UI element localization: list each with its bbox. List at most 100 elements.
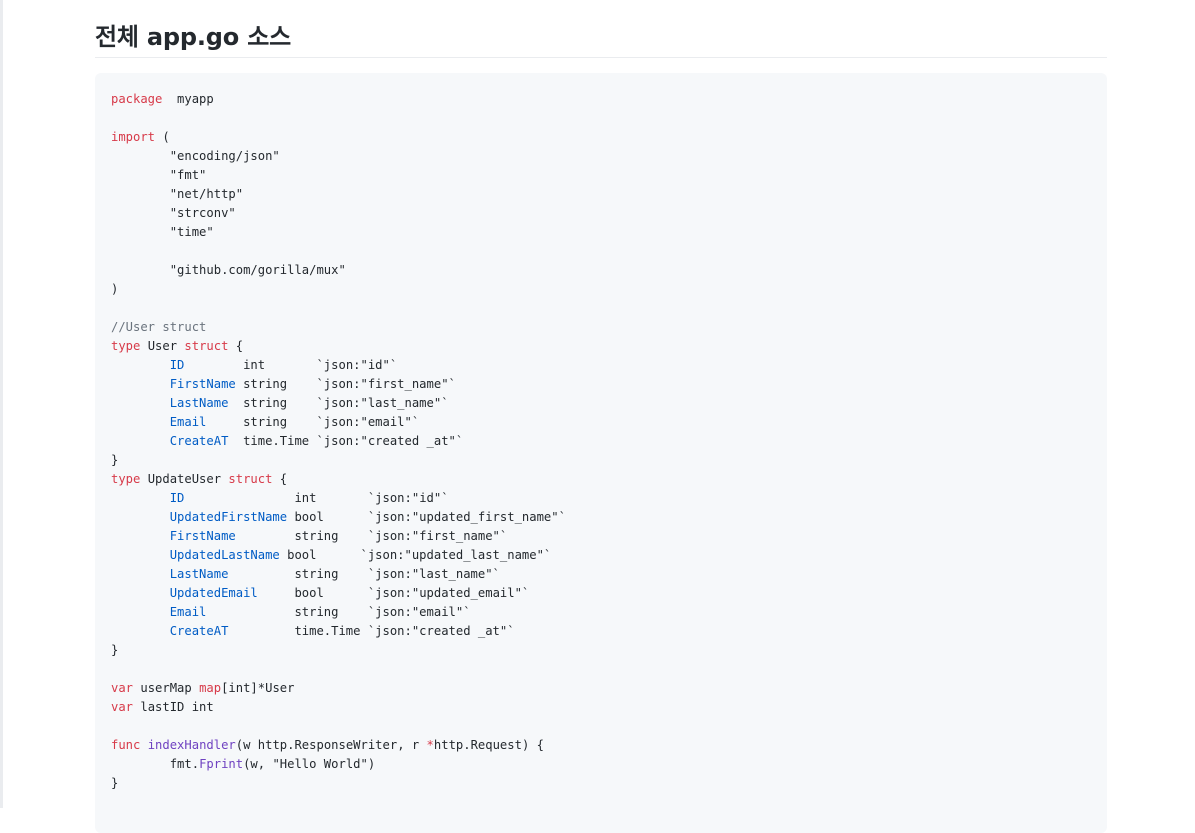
code-field: LastName	[169, 396, 229, 410]
code-line: package myapp	[111, 90, 1091, 109]
code-text: userMap	[133, 681, 200, 695]
code-line: "encoding/json"	[111, 147, 1091, 166]
code-function: Fprint	[199, 757, 244, 771]
code-line: )	[111, 280, 1091, 299]
code-field: CreateAT	[169, 434, 229, 448]
code-field: ID	[169, 358, 185, 372]
code-line: CreateAT time.Time `json:"created _at"`	[111, 432, 1091, 451]
code-text: lastID int	[133, 700, 214, 714]
code-line: UpdatedLastName bool `json:"updated_last…	[111, 546, 1091, 565]
code-text: bool `json:"updated_last_name"`	[279, 548, 552, 562]
code-text: bool `json:"updated_first_name"`	[287, 510, 566, 524]
code-text: myapp	[162, 92, 214, 106]
code-listing[interactable]: package myapp import ( "encoding/json" "…	[95, 73, 1107, 793]
section-heading: 전체 app.go 소스	[95, 0, 1107, 58]
code-line: }	[111, 774, 1091, 793]
code-line: ID int `json:"id"`	[111, 356, 1091, 375]
code-line: "net/http"	[111, 185, 1091, 204]
code-text: [int]*User	[221, 681, 295, 695]
code-line: LastName string `json:"last_name"`	[111, 565, 1091, 584]
code-field: ID	[169, 491, 185, 505]
code-text: string `json:"first_name"`	[235, 529, 508, 543]
code-string: "github.com/gorilla/mux"	[111, 263, 346, 277]
code-keyword: type	[111, 472, 141, 486]
code-text: string `json:"email"`	[206, 415, 420, 429]
code-keyword: import	[111, 130, 156, 144]
article-content: 전체 app.go 소스 package myapp import ( "enc…	[95, 0, 1107, 833]
code-text: )	[111, 282, 119, 296]
code-keyword: func	[111, 738, 141, 752]
code-line: var lastID int	[111, 698, 1091, 717]
code-text: time.Time `json:"created _at"`	[228, 624, 515, 638]
code-string: "net/http"	[111, 187, 244, 201]
code-line: type UpdateUser struct {	[111, 470, 1091, 489]
code-line: Email string `json:"email"`	[111, 603, 1091, 622]
page-left-border	[0, 0, 3, 808]
code-keyword: package	[111, 92, 163, 106]
code-field: FirstName	[169, 377, 236, 391]
code-text: (	[155, 130, 170, 144]
code-line: Email string `json:"email"`	[111, 413, 1091, 432]
code-line: FirstName string `json:"first_name"`	[111, 375, 1091, 394]
code-line: "fmt"	[111, 166, 1091, 185]
code-text: http.Request) {	[433, 738, 544, 752]
code-line: UpdatedEmail bool `json:"updated_email"`	[111, 584, 1091, 603]
code-text: {	[272, 472, 288, 486]
code-field: FirstName	[169, 529, 236, 543]
code-text: string `json:"first_name"`	[235, 377, 456, 391]
code-text: fmt.	[111, 757, 200, 771]
code-block[interactable]: package myapp import ( "encoding/json" "…	[95, 73, 1107, 833]
code-line: }	[111, 641, 1091, 660]
code-field: CreateAT	[169, 624, 229, 638]
code-keyword: type	[111, 339, 141, 353]
code-text: string `json:"last_name"`	[228, 567, 500, 581]
code-line: //User struct	[111, 318, 1091, 337]
code-line: "github.com/gorilla/mux"	[111, 261, 1091, 280]
code-text: bool `json:"updated_email"`	[257, 586, 530, 600]
code-text: string `json:"last_name"`	[228, 396, 449, 410]
code-text: (w, "Hello World")	[243, 757, 376, 771]
code-line: ID int `json:"id"`	[111, 489, 1091, 508]
code-keyword: struct	[228, 472, 273, 486]
code-line: var userMap map[int]*User	[111, 679, 1091, 698]
code-text: string `json:"email"`	[206, 605, 471, 619]
code-keyword: struct	[184, 339, 229, 353]
code-field: LastName	[169, 567, 229, 581]
code-field: Email	[169, 415, 207, 429]
code-keyword: map	[199, 681, 222, 695]
code-text: time.Time `json:"created _at"`	[228, 434, 464, 448]
code-line: FirstName string `json:"first_name"`	[111, 527, 1091, 546]
code-line: fmt.Fprint(w, "Hello World")	[111, 755, 1091, 774]
code-text: (w http.ResponseWriter, r	[235, 738, 427, 752]
code-text: UpdateUser	[140, 472, 229, 486]
code-string: "time"	[111, 225, 214, 239]
code-field: UpdatedFirstName	[169, 510, 288, 524]
code-line: func indexHandler(w http.ResponseWriter,…	[111, 736, 1091, 755]
code-field: UpdatedEmail	[169, 586, 258, 600]
code-line: "time"	[111, 223, 1091, 242]
code-text: {	[228, 339, 244, 353]
code-line: import (	[111, 128, 1091, 147]
code-text: }	[111, 643, 119, 657]
code-line: UpdatedFirstName bool `json:"updated_fir…	[111, 508, 1091, 527]
code-field: UpdatedLastName	[169, 548, 280, 562]
code-string: "encoding/json"	[111, 149, 280, 163]
code-line: type User struct {	[111, 337, 1091, 356]
code-line: }	[111, 451, 1091, 470]
